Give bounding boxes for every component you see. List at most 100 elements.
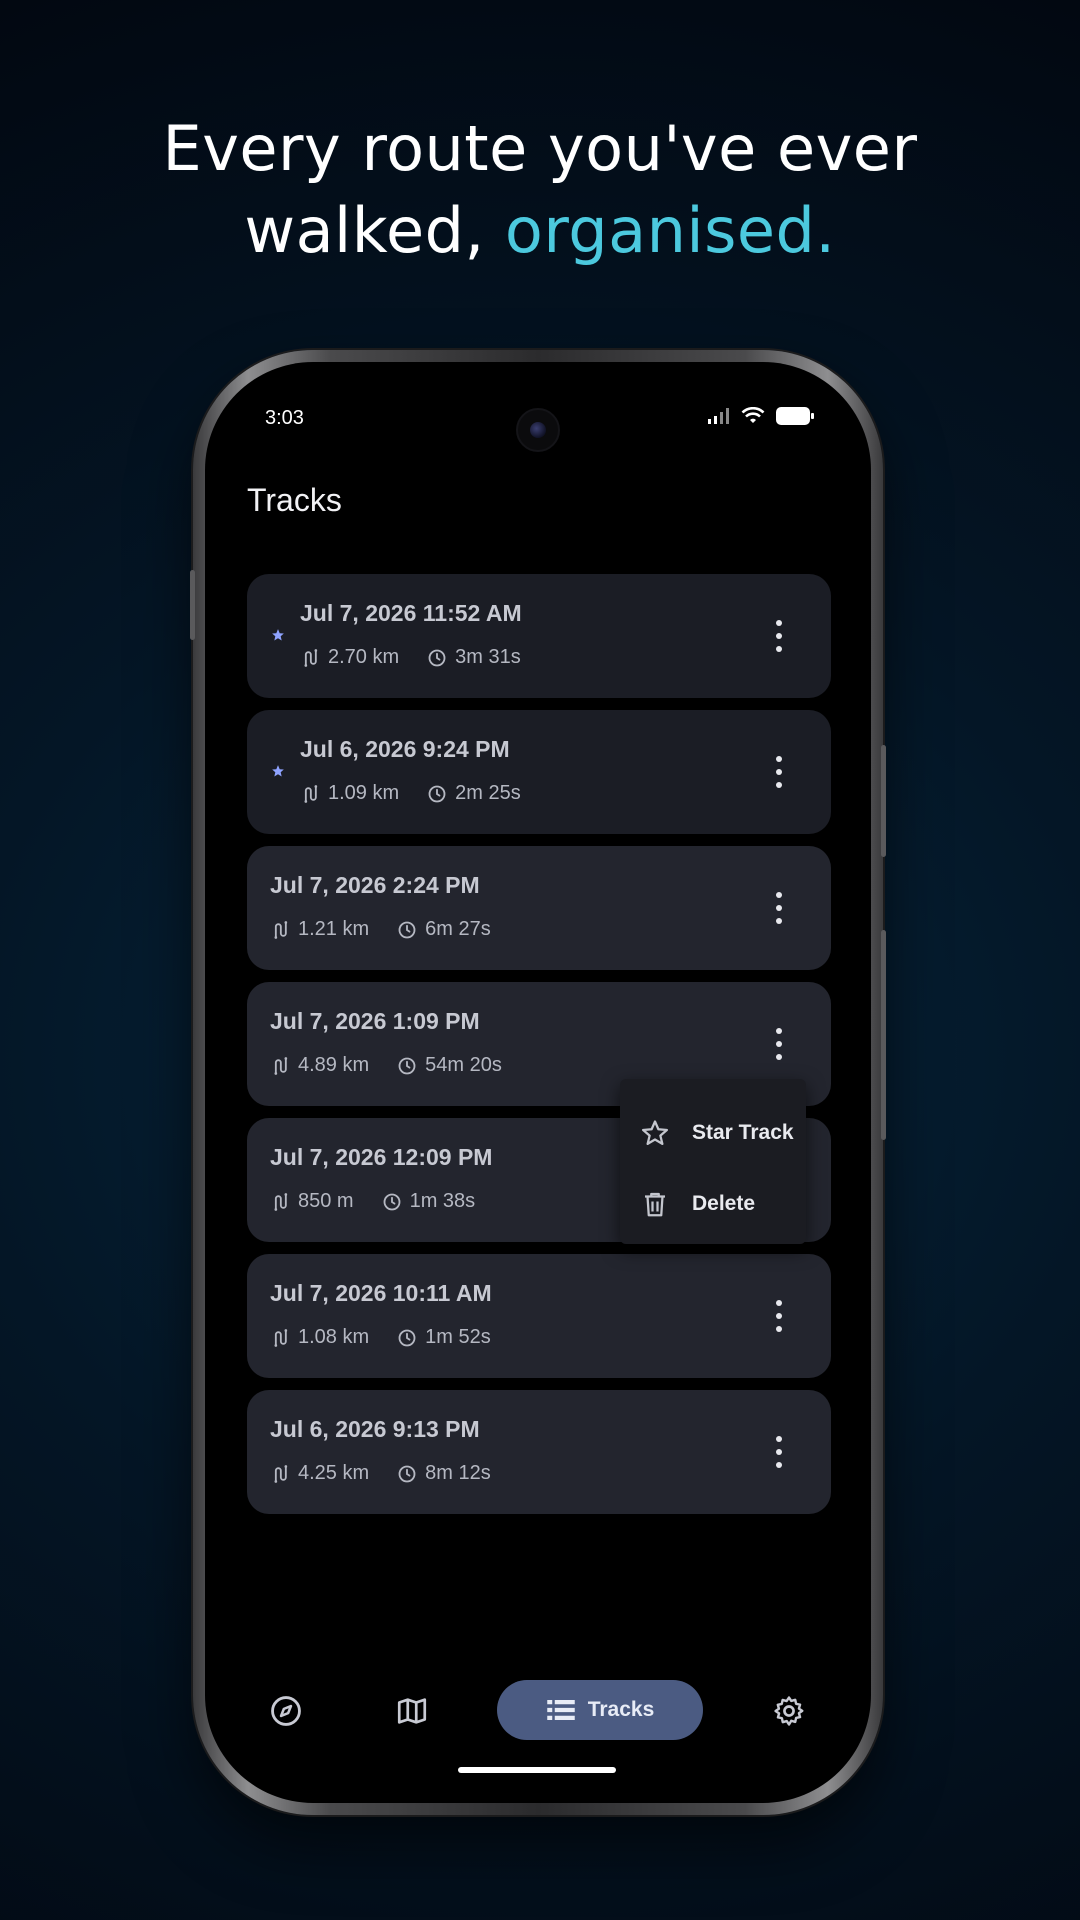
clock-icon — [428, 785, 446, 802]
track-meta: 850 m 1m 38s — [270, 1190, 475, 1213]
track-meta: 1.08 km 1m 52s — [270, 1326, 491, 1349]
trash-icon — [645, 1192, 665, 1216]
star-outline-icon — [642, 1119, 668, 1145]
track-duration: 54m 20s — [397, 1054, 502, 1077]
route-icon — [274, 1056, 288, 1075]
duration-value: 6m 27s — [425, 918, 491, 940]
menu-item-star-track[interactable]: Star Track — [620, 1097, 806, 1168]
route-icon — [274, 1192, 288, 1211]
track-card[interactable]: Jul 6, 2026 9:13 PM 4.25 km 8m 12s — [247, 1390, 831, 1514]
track-date: Jul 6, 2026 9:24 PM — [300, 736, 510, 762]
track-card[interactable]: Jul 7, 2026 11:52 AM 2.70 km 3m 31s — [247, 574, 831, 698]
duration-value: 8m 12s — [425, 1462, 491, 1484]
track-date: Jul 6, 2026 9:13 PM — [270, 1416, 480, 1442]
track-distance: 850 m — [270, 1190, 354, 1213]
duration-value: 1m 38s — [409, 1190, 476, 1212]
track-meta: 2.70 km 3m 31s — [300, 646, 521, 669]
track-card[interactable]: Jul 7, 2026 10:11 AM 1.08 km 1m 52s — [247, 1254, 831, 1378]
track-distance: 1.08 km — [270, 1326, 369, 1349]
compass-icon[interactable] — [269, 1694, 303, 1728]
route-icon — [274, 1464, 288, 1483]
track-card[interactable]: Jul 6, 2026 9:24 PM 1.09 km 2m 25s — [247, 710, 831, 834]
duration-value: 1m 52s — [425, 1326, 491, 1348]
nav-tracks-tab[interactable]: Tracks — [497, 1680, 703, 1740]
clock-icon — [398, 921, 416, 938]
front-camera — [516, 408, 560, 452]
nav-tracks-label: Tracks — [587, 1698, 655, 1721]
track-meta: 1.09 km 2m 25s — [300, 782, 521, 805]
menu-item-delete[interactable]: Delete — [620, 1168, 806, 1239]
phone-side-button — [881, 745, 886, 857]
headline: Every route you've ever walked, organise… — [0, 108, 1080, 272]
clock-icon — [398, 1057, 416, 1074]
wifi-icon — [741, 407, 765, 423]
status-icons — [707, 406, 815, 426]
track-distance: 1.21 km — [270, 918, 369, 941]
distance-value: 4.25 km — [298, 1462, 370, 1484]
gear-icon[interactable] — [772, 1694, 806, 1728]
list-icon — [546, 1700, 575, 1720]
track-list: Jul 7, 2026 11:52 AM 2.70 km 3m 31s Jul … — [247, 574, 831, 1526]
more-options-icon[interactable] — [773, 756, 785, 788]
star-icon — [272, 629, 284, 641]
signal-icon — [708, 408, 729, 424]
clock-icon — [398, 1329, 416, 1346]
headline-line-2-prefix: walked, — [244, 194, 505, 267]
track-meta: 4.25 km 8m 12s — [270, 1462, 491, 1485]
track-distance: 2.70 km — [300, 646, 399, 669]
route-icon — [274, 1328, 288, 1347]
track-duration: 1m 52s — [397, 1326, 491, 1349]
more-options-icon[interactable] — [773, 1028, 785, 1060]
track-duration: 1m 38s — [382, 1190, 476, 1213]
distance-value: 2.70 km — [328, 646, 400, 668]
page-title: Tracks — [247, 482, 342, 518]
distance-value: 850 m — [298, 1190, 354, 1212]
phone-side-button — [190, 570, 195, 640]
bottom-nav: Tracks — [205, 1680, 871, 1740]
headline-line-1: Every route you've ever — [162, 112, 918, 185]
menu-item-label: Star Track — [692, 1120, 794, 1144]
track-meta: 4.89 km 54m 20s — [270, 1054, 502, 1077]
battery-icon — [776, 407, 814, 425]
clock-icon — [383, 1193, 401, 1210]
track-distance: 4.25 km — [270, 1462, 369, 1485]
route-icon — [304, 648, 318, 667]
clock-icon — [428, 649, 446, 666]
more-options-icon[interactable] — [773, 1300, 785, 1332]
distance-value: 1.09 km — [328, 782, 400, 804]
headline-line-2: walked, organised. — [0, 190, 1080, 272]
track-date: Jul 7, 2026 2:24 PM — [270, 872, 480, 898]
phone-side-button — [881, 930, 886, 1140]
track-duration: 6m 27s — [397, 918, 491, 941]
track-date: Jul 7, 2026 11:52 AM — [300, 600, 522, 626]
track-date: Jul 7, 2026 10:11 AM — [270, 1280, 492, 1306]
track-meta: 1.21 km 6m 27s — [270, 918, 491, 941]
track-duration: 8m 12s — [397, 1462, 491, 1485]
more-options-icon[interactable] — [773, 1436, 785, 1468]
home-indicator[interactable] — [458, 1767, 616, 1773]
more-options-icon[interactable] — [773, 892, 785, 924]
duration-value: 54m 20s — [425, 1054, 502, 1076]
clock-icon — [398, 1465, 416, 1482]
star-icon — [272, 765, 284, 777]
menu-item-label: Delete — [692, 1191, 756, 1215]
track-distance: 1.09 km — [300, 782, 399, 805]
status-time: 3:03 — [265, 407, 304, 429]
duration-value: 3m 31s — [455, 646, 521, 668]
distance-value: 1.21 km — [298, 918, 370, 940]
track-duration: 2m 25s — [427, 782, 521, 805]
phone-screen: 3:03 Tracks Jul 7, 2026 11:52 AM 2.70 km — [205, 362, 871, 1803]
more-options-icon[interactable] — [773, 620, 785, 652]
track-date: Jul 7, 2026 12:09 PM — [270, 1144, 493, 1170]
duration-value: 2m 25s — [455, 782, 521, 804]
track-date: Jul 7, 2026 1:09 PM — [270, 1008, 480, 1034]
track-context-menu: Star Track Delete — [620, 1079, 806, 1244]
map-icon[interactable] — [395, 1694, 429, 1728]
route-icon — [274, 920, 288, 939]
track-card[interactable]: Jul 7, 2026 2:24 PM 1.21 km 6m 27s — [247, 846, 831, 970]
distance-value: 1.08 km — [298, 1326, 370, 1348]
track-duration: 3m 31s — [427, 646, 521, 669]
track-distance: 4.89 km — [270, 1054, 369, 1077]
distance-value: 4.89 km — [298, 1054, 370, 1076]
headline-accent: organised. — [504, 194, 836, 267]
